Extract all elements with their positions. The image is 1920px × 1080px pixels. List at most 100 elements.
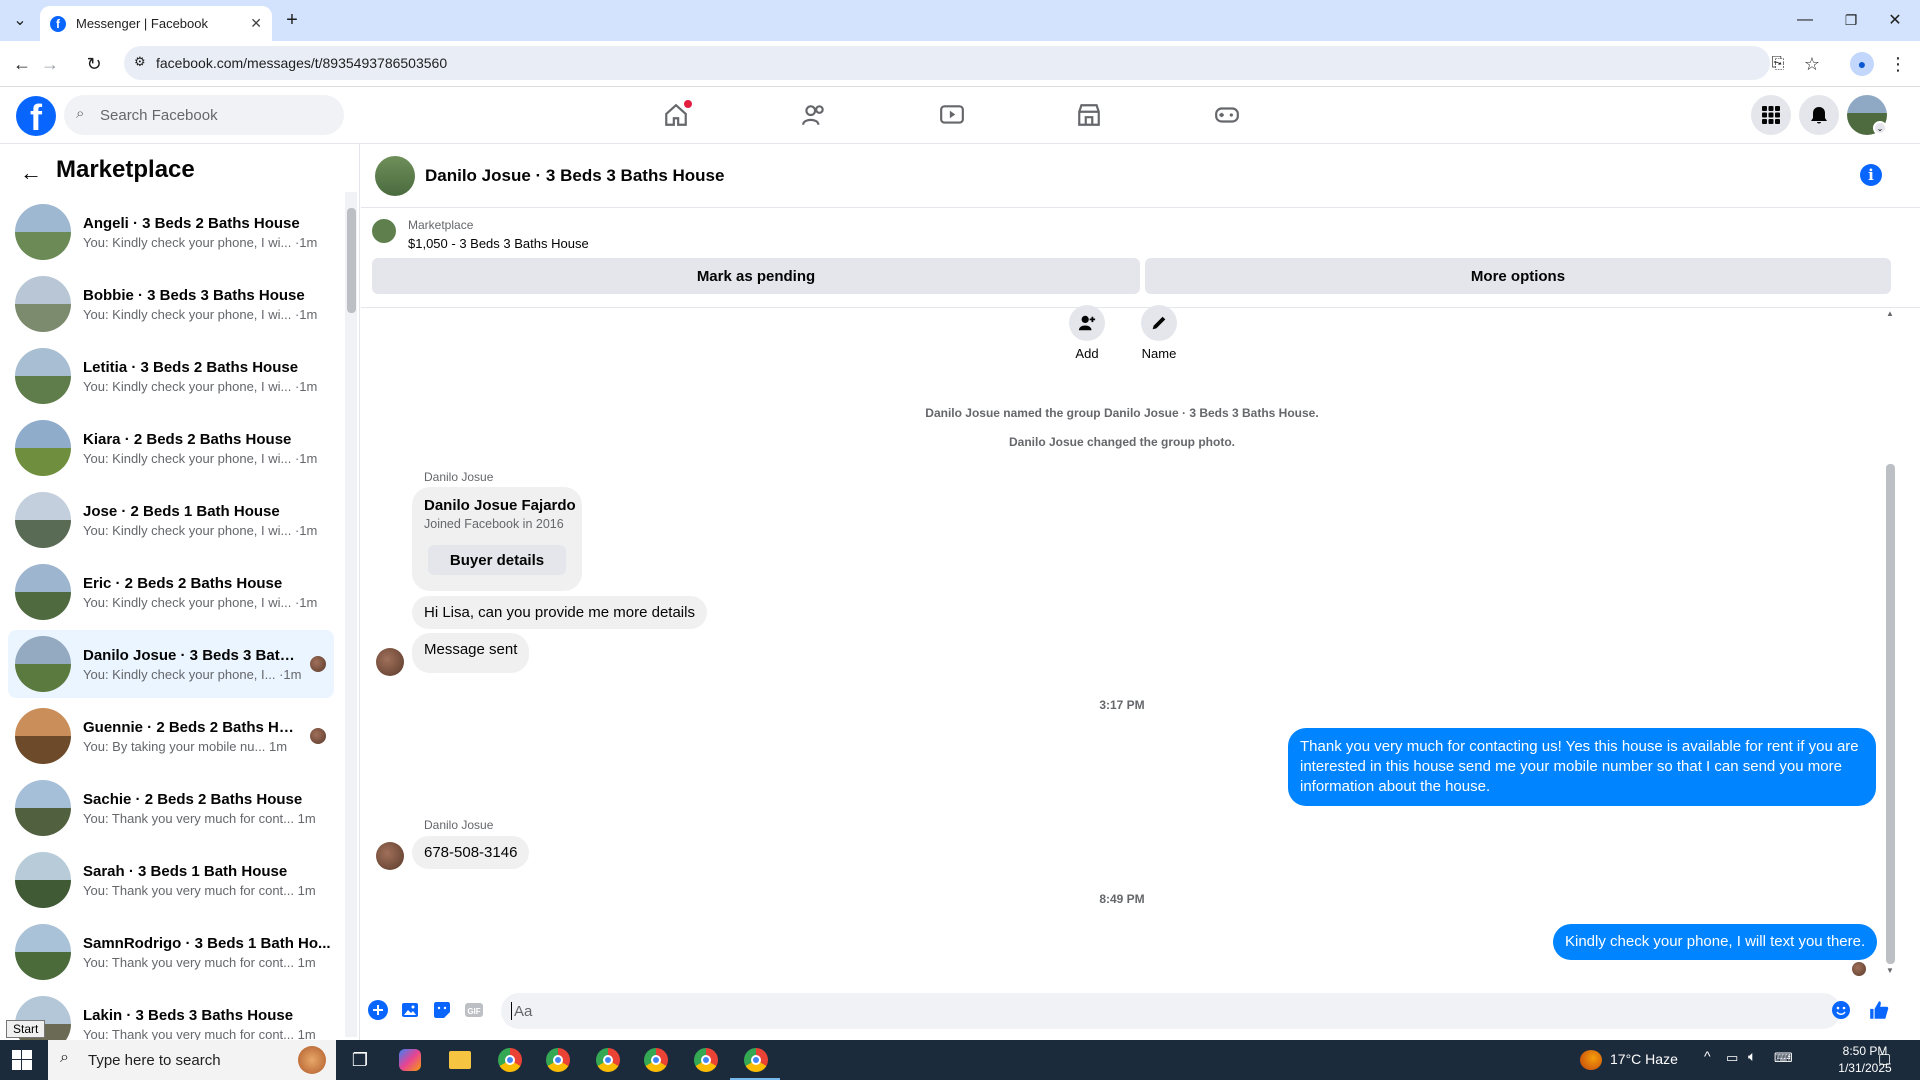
account-chevron-icon[interactable]: ⌄ bbox=[1873, 121, 1887, 135]
list-scrollbar[interactable] bbox=[345, 192, 357, 1037]
close-tab-icon[interactable]: ✕ bbox=[250, 15, 262, 32]
conversation-item[interactable]: Guennie · 2 Beds 2 Baths House You: By ta… bbox=[8, 702, 334, 770]
conversation-text: Kiara · 2 Beds 2 Baths House You: Kindly … bbox=[83, 431, 334, 466]
chrome-app-icon[interactable] bbox=[496, 1046, 524, 1074]
install-app-icon[interactable]: ⎘ bbox=[1766, 52, 1790, 76]
close-window-icon[interactable]: ✕ bbox=[1880, 8, 1910, 32]
keyboard-icon[interactable]: ⌨ bbox=[1774, 1050, 1793, 1066]
gif-icon[interactable]: GIF bbox=[463, 999, 485, 1021]
buyer-details-button[interactable]: Buyer details bbox=[428, 545, 566, 575]
facebook-favicon-icon: f bbox=[50, 15, 66, 32]
notifications-bell-icon[interactable] bbox=[1799, 95, 1839, 135]
conversation-item[interactable]: Eric · 2 Beds 2 Baths House You: Kindly c… bbox=[8, 558, 334, 626]
attach-photo-icon[interactable] bbox=[399, 999, 421, 1021]
url-bar[interactable]: ⚙ facebook.com/messages/t/89354937865035… bbox=[124, 46, 1770, 80]
conversation-item[interactable]: SamnRodrigo · 3 Beds 1 Bath Ho... You: Th… bbox=[8, 918, 334, 986]
emoji-icon[interactable] bbox=[1830, 999, 1852, 1021]
browser-tab[interactable]: f Messenger | Facebook ✕ bbox=[40, 6, 272, 41]
conversation-item[interactable]: Bobbie · 3 Beds 3 Baths House You: Kindly… bbox=[8, 270, 334, 338]
site-info-icon[interactable]: ⚙ bbox=[134, 54, 146, 70]
sticker-icon[interactable] bbox=[431, 999, 453, 1021]
more-actions-plus-icon[interactable] bbox=[367, 999, 389, 1021]
incoming-message[interactable]: 678-508-3146 bbox=[412, 836, 530, 869]
conversation-name: Angeli · 3 Beds 2 Baths House bbox=[83, 214, 300, 232]
conversation-text: Sachie · 2 Beds 2 Baths House You: Thank … bbox=[83, 791, 334, 826]
conversation-info-icon[interactable]: i bbox=[1860, 164, 1882, 186]
chrome-app-icon-active[interactable] bbox=[742, 1046, 770, 1074]
name-label: Name bbox=[1141, 346, 1177, 361]
chat-title[interactable]: Danilo Josue · 3 Beds 3 Baths House bbox=[425, 166, 724, 186]
back-arrow-icon[interactable]: ← bbox=[20, 160, 42, 186]
list-scrollbar-thumb[interactable] bbox=[347, 208, 356, 313]
url-text: facebook.com/messages/t/8935493786503560 bbox=[156, 55, 448, 71]
marketplace-icon[interactable] bbox=[1069, 98, 1109, 132]
mark-as-pending-button[interactable]: Mark as pending bbox=[372, 258, 1140, 294]
minimize-icon[interactable]: — bbox=[1790, 8, 1820, 32]
listing-title[interactable]: $1,050 - 3 Beds 3 Baths House bbox=[408, 236, 589, 251]
outgoing-message[interactable]: Thank you very much for contacting us! Y… bbox=[1288, 728, 1876, 806]
windows-start-icon[interactable] bbox=[12, 1050, 32, 1075]
new-tab-icon[interactable]: + bbox=[280, 8, 304, 32]
name-group-button[interactable] bbox=[1141, 305, 1177, 341]
incoming-message[interactable]: Message sent bbox=[412, 633, 530, 673]
task-view-icon[interactable]: ❐ bbox=[346, 1046, 374, 1074]
home-icon[interactable] bbox=[656, 98, 696, 132]
like-thumb-icon[interactable] bbox=[1868, 999, 1890, 1021]
conversation-text: Lakin · 3 Beds 3 Baths House You: Thank y… bbox=[83, 1007, 334, 1042]
forward-icon[interactable]: → bbox=[38, 52, 62, 76]
conversation-name: Guennie · 2 Beds 2 Baths House bbox=[83, 718, 302, 736]
network-icon[interactable]: ▭ bbox=[1726, 1050, 1738, 1066]
message-input[interactable]: Aa bbox=[501, 993, 1841, 1029]
chrome-app-icon[interactable] bbox=[642, 1046, 670, 1074]
video-icon[interactable] bbox=[932, 98, 972, 132]
chat-avatar[interactable] bbox=[375, 155, 415, 196]
conversation-item[interactable]: Jose · 2 Beds 1 Bath House You: Kindly ch… bbox=[8, 486, 334, 554]
gaming-icon[interactable] bbox=[1207, 98, 1247, 132]
more-options-button[interactable]: More options bbox=[1145, 258, 1891, 294]
chrome-app-icon[interactable] bbox=[544, 1046, 572, 1074]
profile-icon[interactable]: ● bbox=[1850, 52, 1874, 76]
taskbar-search-input[interactable]: ⌕ Type here to search bbox=[48, 1040, 336, 1080]
sender-avatar[interactable] bbox=[376, 648, 404, 676]
tab-search-icon[interactable]: ⌄ bbox=[8, 8, 32, 32]
chrome-menu-icon[interactable]: ⋮ bbox=[1886, 52, 1910, 76]
conversation-item[interactable]: Sarah · 3 Beds 1 Bath House You: Thank yo… bbox=[8, 846, 334, 914]
facebook-search-input[interactable]: ⌕ Search Facebook bbox=[64, 95, 344, 135]
facebook-logo-icon[interactable]: f bbox=[16, 96, 56, 136]
chrome-app-icon[interactable] bbox=[692, 1046, 720, 1074]
weather-icon[interactable] bbox=[1580, 1050, 1602, 1070]
conversation-preview: You: By taking your mobile nu... 1m bbox=[83, 738, 288, 754]
scroll-up-icon[interactable]: ▲ bbox=[1886, 309, 1894, 318]
sender-name: Danilo Josue bbox=[424, 818, 494, 832]
menu-grid-icon[interactable] bbox=[1751, 95, 1791, 135]
file-explorer-icon[interactable] bbox=[446, 1046, 474, 1074]
reload-icon[interactable]: ↻ bbox=[82, 52, 106, 76]
conversation-avatar bbox=[15, 420, 71, 476]
chat-scrollbar-thumb[interactable] bbox=[1886, 464, 1895, 964]
incoming-message[interactable]: Hi Lisa, can you provide me more details bbox=[412, 596, 707, 629]
bookmark-star-icon[interactable]: ☆ bbox=[1800, 52, 1824, 76]
conversation-item[interactable]: Angeli · 3 Beds 2 Baths House You: Kindly… bbox=[8, 198, 334, 266]
add-people-button[interactable] bbox=[1069, 305, 1105, 341]
listing-thumbnail[interactable] bbox=[372, 219, 396, 243]
buyer-profile-card: Danilo Josue Fajardo Joined Facebook in … bbox=[412, 487, 582, 591]
conversation-item[interactable]: Kiara · 2 Beds 2 Baths House You: Kindly … bbox=[8, 414, 334, 482]
chrome-app-icon[interactable] bbox=[594, 1046, 622, 1074]
outgoing-message[interactable]: Kindly check your phone, I will text you… bbox=[1553, 924, 1878, 960]
friends-icon[interactable] bbox=[794, 98, 834, 132]
conversation-item[interactable]: Letitia · 3 Beds 2 Baths House You: Kindl… bbox=[8, 342, 334, 410]
conversation-item[interactable]: Danilo Josue · 3 Beds 3 Baths ... You: Ki… bbox=[8, 630, 334, 698]
copilot-icon[interactable] bbox=[396, 1046, 424, 1074]
tray-overflow-icon[interactable]: ^ bbox=[1704, 1048, 1711, 1064]
panel-title: Marketplace bbox=[56, 156, 195, 183]
conversation-avatar bbox=[15, 852, 71, 908]
volume-icon[interactable]: 🔈︎ bbox=[1748, 1048, 1756, 1065]
scroll-down-icon[interactable]: ▼ bbox=[1886, 966, 1894, 975]
weather-text[interactable]: 17°C Haze bbox=[1610, 1051, 1678, 1067]
back-icon[interactable]: ← bbox=[10, 52, 34, 76]
conversation-item[interactable]: Sachie · 2 Beds 2 Baths House You: Thank … bbox=[8, 774, 334, 842]
notifications-center-icon[interactable]: ▢ bbox=[1878, 1050, 1891, 1067]
sender-avatar[interactable] bbox=[376, 842, 404, 870]
read-receipt-avatar bbox=[1852, 962, 1866, 976]
restore-icon[interactable]: ❐ bbox=[1836, 8, 1866, 32]
